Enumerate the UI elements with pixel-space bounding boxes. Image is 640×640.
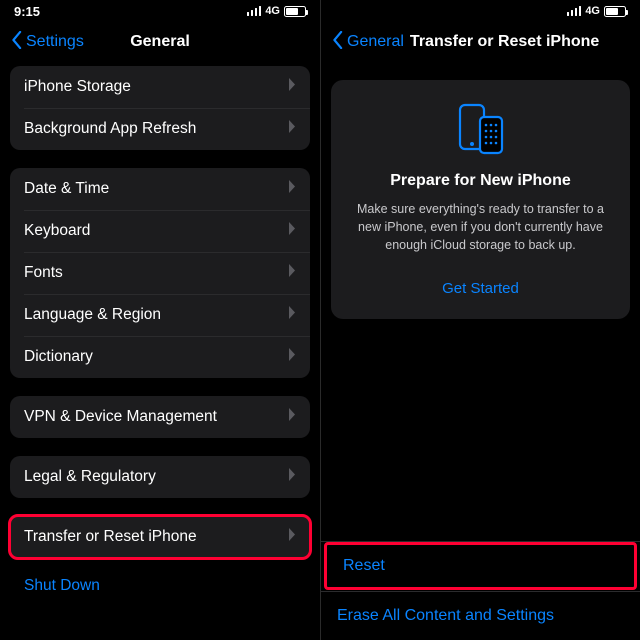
- chevron-right-icon: [288, 348, 296, 366]
- chevron-right-icon: [288, 180, 296, 198]
- row-date-time[interactable]: Date & Time: [10, 168, 310, 210]
- battery-icon: [604, 6, 626, 17]
- signal-icon: [247, 6, 262, 16]
- status-bar: 9:15 4G: [0, 0, 320, 22]
- row-background-app-refresh[interactable]: Background App Refresh: [10, 108, 310, 150]
- chevron-right-icon: [288, 78, 296, 96]
- row-label: Date & Time: [24, 180, 109, 198]
- chevron-right-icon: [288, 408, 296, 426]
- row-label: Transfer or Reset iPhone: [24, 528, 197, 546]
- row-iphone-storage[interactable]: iPhone Storage: [10, 66, 310, 108]
- chevron-right-icon: [288, 528, 296, 546]
- reset-highlight: Reset: [324, 542, 637, 590]
- signal-icon: [567, 6, 582, 16]
- row-label: Fonts: [24, 264, 63, 282]
- chevron-right-icon: [288, 264, 296, 282]
- row-label: Background App Refresh: [24, 120, 196, 138]
- nav-bar: General Transfer or Reset iPhone: [321, 22, 640, 62]
- chevron-right-icon: [288, 120, 296, 138]
- row-label: Language & Region: [24, 306, 161, 324]
- settings-group-vpn: VPN & Device Management: [10, 396, 310, 438]
- phone-general-settings: 9:15 4G Settings General iPhone Storage: [0, 0, 320, 640]
- bottom-actions: Reset Erase All Content and Settings: [321, 541, 640, 640]
- chevron-right-icon: [288, 306, 296, 324]
- nav-bar: Settings General: [0, 22, 320, 62]
- row-reset[interactable]: Reset: [327, 545, 634, 587]
- back-button[interactable]: General: [327, 27, 408, 58]
- network-label: 4G: [585, 5, 600, 17]
- chevron-left-icon: [10, 31, 24, 54]
- prepare-card: Prepare for New iPhone Make sure everyth…: [331, 80, 630, 319]
- settings-group-storage: iPhone Storage Background App Refresh: [10, 66, 310, 150]
- page-title: Transfer or Reset iPhone: [410, 33, 599, 51]
- back-label: Settings: [26, 33, 84, 51]
- card-title: Prepare for New iPhone: [349, 172, 612, 190]
- row-label: Dictionary: [24, 348, 93, 366]
- row-label: Keyboard: [24, 222, 90, 240]
- battery-icon: [284, 6, 306, 17]
- settings-group-transfer-reset: Transfer or Reset iPhone: [10, 516, 310, 558]
- shutdown-wrap: Shut Down: [10, 564, 310, 608]
- row-label: iPhone Storage: [24, 78, 131, 96]
- status-bar: 9:15 4G: [321, 0, 640, 22]
- row-erase-all[interactable]: Erase All Content and Settings: [321, 592, 640, 640]
- back-button[interactable]: Settings: [6, 27, 88, 58]
- chevron-right-icon: [288, 222, 296, 240]
- network-label: 4G: [265, 5, 280, 17]
- row-vpn-device-management[interactable]: VPN & Device Management: [10, 396, 310, 438]
- row-label: Shut Down: [24, 577, 100, 595]
- chevron-left-icon: [331, 31, 345, 54]
- row-legal-regulatory[interactable]: Legal & Regulatory: [10, 456, 310, 498]
- row-dictionary[interactable]: Dictionary: [10, 336, 310, 378]
- back-label: General: [347, 33, 404, 51]
- row-label: Erase All Content and Settings: [337, 607, 554, 625]
- card-body: Make sure everything's ready to transfer…: [349, 200, 612, 254]
- row-label: Reset: [343, 557, 385, 575]
- devices-icon: [349, 102, 612, 156]
- row-language-region[interactable]: Language & Region: [10, 294, 310, 336]
- row-label: Legal & Regulatory: [24, 468, 156, 486]
- phone-transfer-reset: 9:15 4G General Transfer or Reset iPhone: [320, 0, 640, 640]
- settings-group-legal: Legal & Regulatory: [10, 456, 310, 498]
- row-label: VPN & Device Management: [24, 408, 217, 426]
- row-shut-down[interactable]: Shut Down: [10, 564, 310, 608]
- chevron-right-icon: [288, 468, 296, 486]
- row-keyboard[interactable]: Keyboard: [10, 210, 310, 252]
- settings-group-locale: Date & Time Keyboard Fonts Language & Re…: [10, 168, 310, 378]
- status-time: 9:15: [14, 4, 40, 19]
- row-transfer-or-reset-iphone[interactable]: Transfer or Reset iPhone: [10, 516, 310, 558]
- get-started-button[interactable]: Get Started: [432, 274, 529, 303]
- row-fonts[interactable]: Fonts: [10, 252, 310, 294]
